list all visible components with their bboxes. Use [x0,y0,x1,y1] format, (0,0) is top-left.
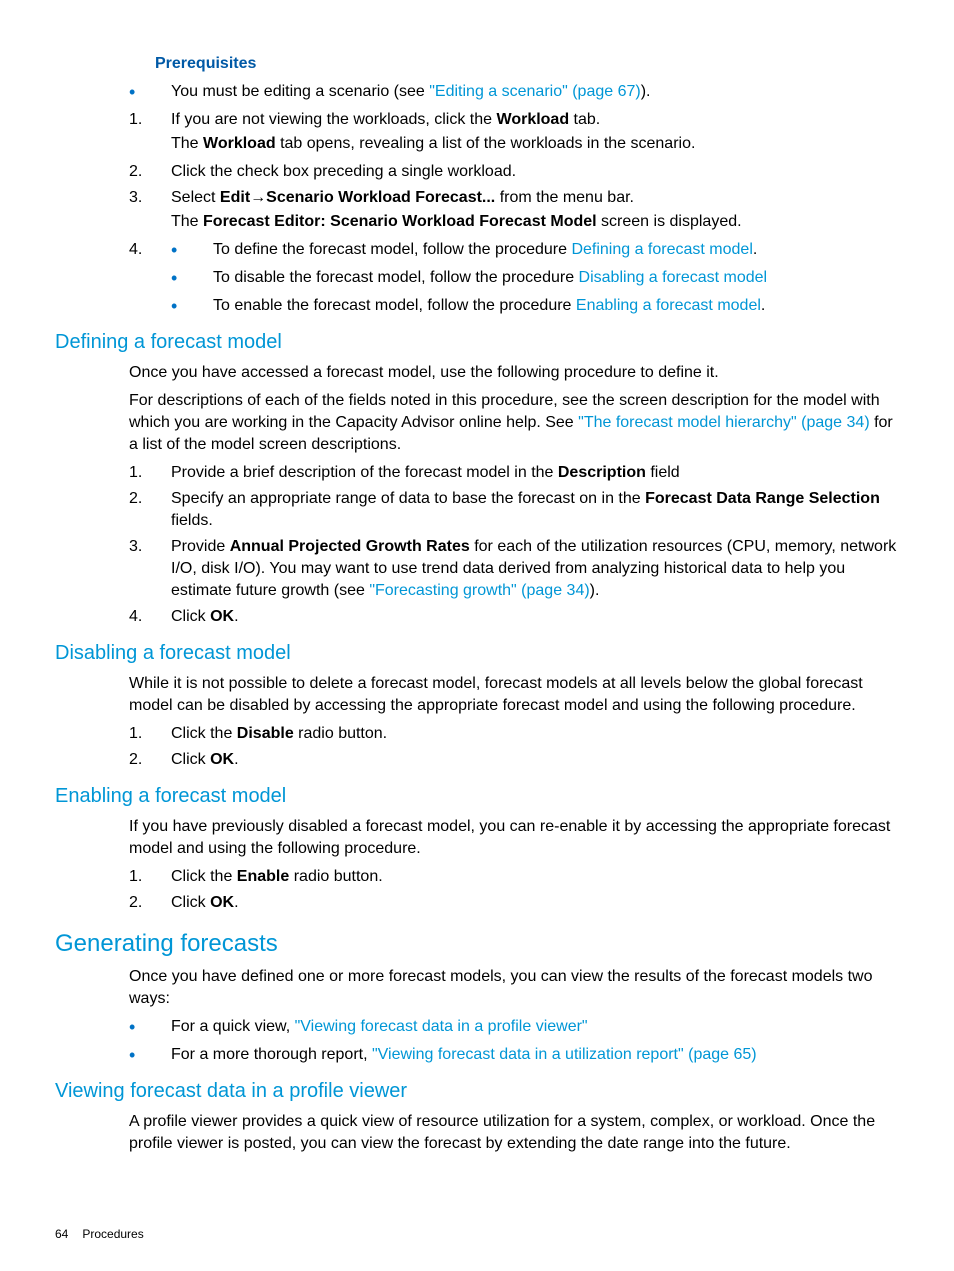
generating-bullets: For a quick view, "Viewing forecast data… [55,1016,899,1066]
step-4-enable: To enable the forecast model, follow the… [171,295,899,317]
link-disabling[interactable]: Disabling a forecast model [579,269,768,286]
link-defining[interactable]: Defining a forecast model [571,241,752,258]
heading-generating: Generating forecasts [55,930,899,958]
enabling-p1: If you have previously disabled a foreca… [129,816,899,860]
defining-s3: Provide Annual Projected Growth Rates fo… [129,536,899,602]
step-3-sub: The Forecast Editor: Scenario Workload F… [171,211,899,233]
heading-viewing: Viewing forecast data in a profile viewe… [55,1080,899,1103]
step-1-sub: The Workload tab opens, revealing a list… [171,133,899,155]
link-util-report[interactable]: "Viewing forecast data in a utilization … [372,1046,757,1063]
disabling-p1: While it is not possible to delete a for… [129,673,899,717]
defining-s4: Click OK. [129,606,899,628]
step-1: If you are not viewing the workloads, cl… [129,109,899,155]
enabling-steps: Click the Enable radio button. Click OK. [55,866,899,914]
link-hierarchy[interactable]: "The forecast model hierarchy" (page 34) [578,414,870,431]
prerequisites-heading: Prerequisites [155,55,899,73]
disabling-steps: Click the Disable radio button. Click OK… [55,723,899,771]
viewing-p1: A profile viewer provides a quick view o… [129,1111,899,1155]
step-4-define: To define the forecast model, follow the… [171,239,899,261]
disabling-s1: Click the Disable radio button. [129,723,899,745]
step-4-disable: To disable the forecast model, follow th… [171,267,899,289]
disabling-s2: Click OK. [129,749,899,771]
link-editing-scenario[interactable]: "Editing a scenario" (page 67) [429,83,640,100]
prereq-item: You must be editing a scenario (see "Edi… [129,81,899,103]
enabling-s2: Click OK. [129,892,899,914]
footer-section: Procedures [82,1227,143,1241]
gen-b1: For a quick view, "Viewing forecast data… [129,1016,899,1038]
step-4-bullets: To define the forecast model, follow the… [171,239,899,317]
steps-main: If you are not viewing the workloads, cl… [55,109,899,317]
step-3: Select Edit→Scenario Workload Forecast..… [129,187,899,233]
page: Prerequisites You must be editing a scen… [0,0,954,1271]
defining-p2: For descriptions of each of the fields n… [129,390,899,456]
heading-enabling: Enabling a forecast model [55,785,899,808]
heading-defining: Defining a forecast model [55,331,899,354]
gen-b2: For a more thorough report, "Viewing for… [129,1044,899,1066]
link-profile-viewer[interactable]: "Viewing forecast data in a profile view… [295,1018,588,1035]
heading-disabling: Disabling a forecast model [55,642,899,665]
defining-s1: Provide a brief description of the forec… [129,462,899,484]
defining-s2: Specify an appropriate range of data to … [129,488,899,532]
step-4: To define the forecast model, follow the… [129,239,899,317]
prereq-list: You must be editing a scenario (see "Edi… [55,81,899,103]
defining-steps: Provide a brief description of the forec… [55,462,899,628]
defining-p1: Once you have accessed a forecast model,… [129,362,899,384]
link-enabling[interactable]: Enabling a forecast model [576,297,761,314]
generating-p1: Once you have defined one or more foreca… [129,966,899,1010]
page-footer: 64 Procedures [55,1227,144,1241]
enabling-s1: Click the Enable radio button. [129,866,899,888]
link-forecasting-growth[interactable]: "Forecasting growth" (page 34) [369,582,589,599]
page-number: 64 [55,1227,68,1241]
step-2: Click the check box preceding a single w… [129,161,899,183]
